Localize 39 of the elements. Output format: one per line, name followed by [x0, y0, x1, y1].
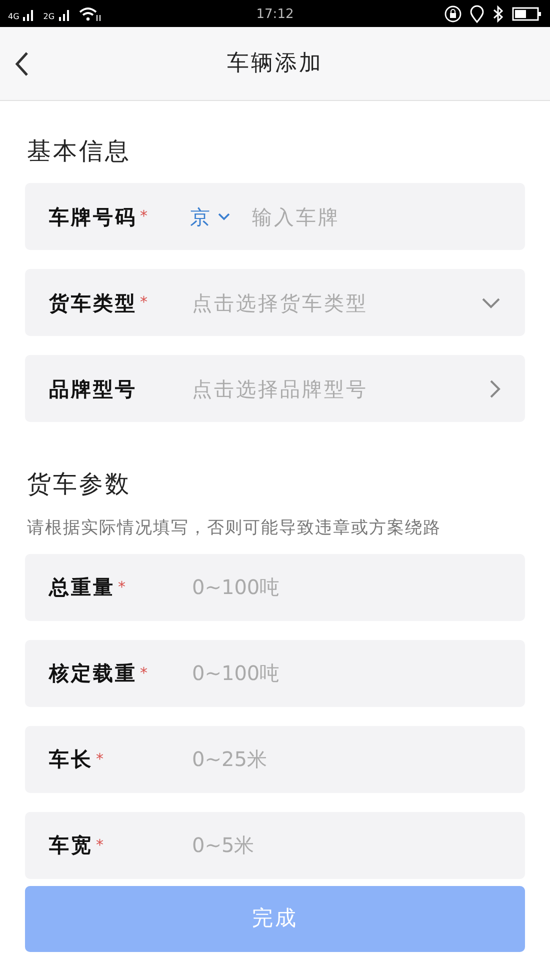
required-mark: * [96, 834, 104, 856]
chevron-down-icon [481, 296, 501, 308]
battery-icon [512, 6, 542, 22]
section-title: 货车参数 [27, 469, 132, 500]
number-input[interactable]: 0~25米 [192, 744, 501, 774]
number-field[interactable]: 核定载重* 0~100吨 [25, 640, 525, 706]
required-mark: * [96, 748, 104, 770]
section-title: 基本信息 [27, 136, 132, 167]
required-mark: * [118, 576, 126, 598]
chevron-right-icon [489, 378, 501, 398]
field-label: 总重量 [49, 574, 115, 601]
field-label: 车宽 [49, 832, 93, 859]
required-mark: * [140, 662, 148, 684]
field-label: 品牌型号 [49, 376, 137, 402]
location-icon [470, 4, 484, 22]
field-label: 车牌号码 [49, 204, 137, 230]
number-input[interactable]: 0~100吨 [192, 658, 501, 688]
required-mark: * [140, 292, 148, 314]
page-title: 车辆添加 [227, 50, 323, 78]
number-input[interactable]: 0~100吨 [192, 572, 501, 602]
rotation-lock-icon [444, 4, 462, 22]
number-input[interactable]: 0~5米 [192, 830, 501, 860]
plate-input[interactable]: 输入车牌 [252, 202, 501, 232]
status-time: 17:12 [256, 6, 294, 24]
province-select[interactable]: 京 [190, 202, 230, 232]
required-mark: * [140, 206, 148, 228]
field-label: 货车类型 [49, 290, 137, 316]
number-field[interactable]: 车宽* 0~5米 [25, 812, 525, 878]
wifi-icon [78, 6, 101, 20]
chevron-down-icon [218, 212, 230, 220]
back-button[interactable] [14, 51, 30, 77]
number-field[interactable]: 总重量* 0~100吨 [25, 554, 525, 620]
field-label: 核定载重 [49, 660, 137, 687]
hint-text: 请根据实际情况填写，否则可能导致违章或方案绕路 [27, 517, 442, 540]
number-field[interactable]: 车长* 0~25米 [25, 726, 525, 792]
field-label: 车长 [49, 746, 93, 773]
network-type-label: 2G [43, 12, 55, 20]
network-type-label: 4G [8, 12, 20, 20]
bluetooth-icon [492, 4, 504, 22]
